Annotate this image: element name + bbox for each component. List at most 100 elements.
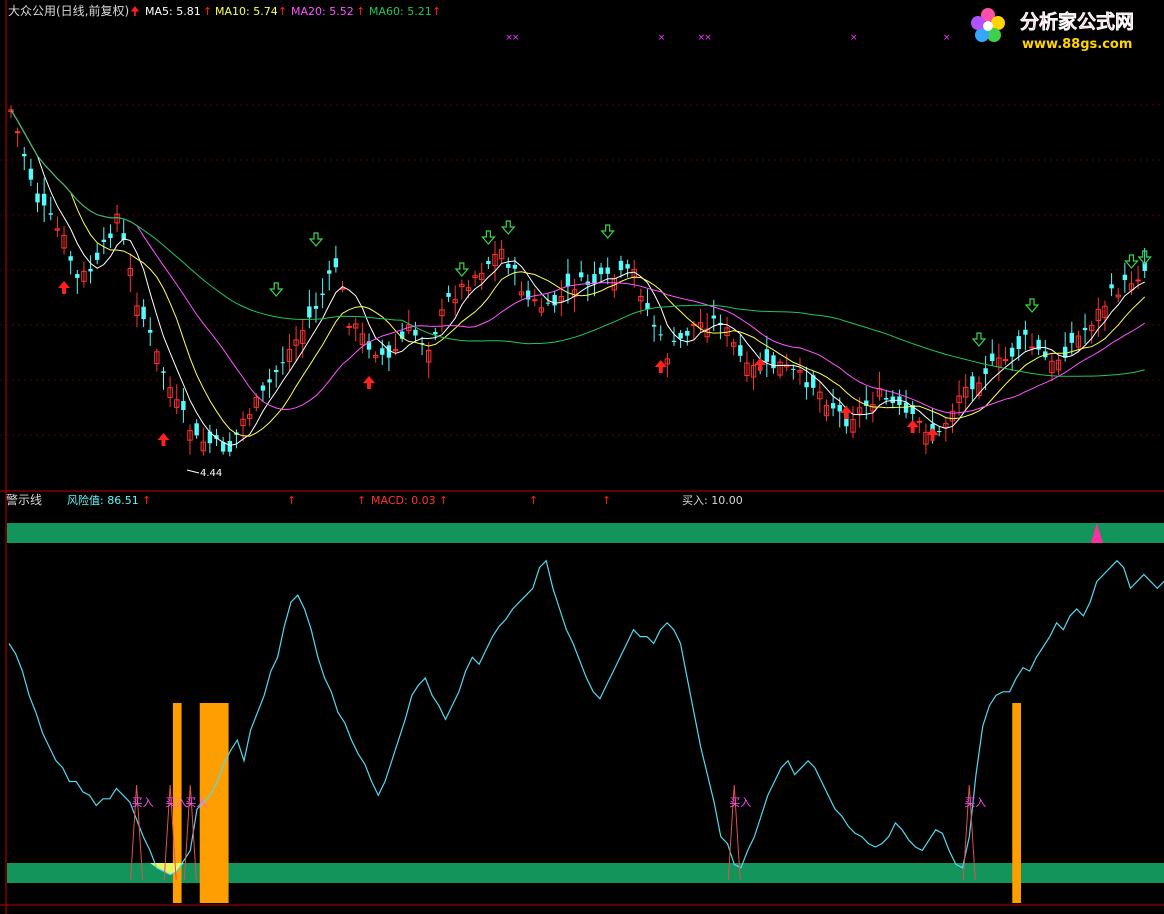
candle-body (658, 334, 663, 336)
top-warning-band (7, 523, 1164, 543)
candle-body (88, 268, 93, 272)
ma5-legend: MA5: 5.81 (145, 5, 201, 18)
candle-body (280, 362, 286, 364)
candle-body (75, 274, 80, 278)
candle-body (883, 398, 889, 400)
candle-body (194, 423, 199, 436)
buy-signal-label: 买入 (132, 796, 154, 809)
low-price-label: 4.44 (200, 468, 222, 479)
watermark-url: www.88gs.com (1022, 37, 1132, 52)
candle-body (625, 264, 630, 269)
header-arrow-icon: ↑ (356, 5, 365, 18)
candle-body (605, 267, 610, 274)
header-arrow-icon: ↑ (432, 5, 441, 18)
candle-body (413, 329, 418, 336)
candle-body (141, 306, 146, 320)
header-arrow-icon: ↑ (357, 494, 366, 507)
candle-body (970, 376, 975, 390)
candle-body (267, 379, 272, 383)
candle-body (313, 305, 319, 309)
buy-value: 买入: 10.00 (682, 494, 743, 507)
stock-chart: 大众公用(日线,前复权) 🠉 MA5: 5.81 MA10: 5.74 MA20… (0, 0, 1164, 914)
candle-body (41, 193, 47, 206)
candle-body (22, 153, 27, 157)
candle-body (578, 272, 584, 278)
candle-body (771, 355, 776, 369)
candle-body (94, 252, 100, 260)
candle-body (327, 270, 332, 274)
candle-body (380, 348, 385, 355)
candle-body (307, 306, 312, 318)
header-arrow-icon: ↑ (529, 494, 538, 507)
candle-body (937, 431, 942, 433)
candle-body (161, 371, 166, 373)
buy-signal-label: 买入 (185, 796, 207, 809)
candle-body (804, 382, 809, 388)
candle-body (1062, 346, 1068, 358)
candle-body (1069, 332, 1074, 343)
candle-body (837, 404, 842, 412)
watermark-title: 分析家公式网 (1020, 10, 1134, 33)
ma10-legend: MA10: 5.74 (215, 5, 278, 18)
candle-body (1135, 279, 1141, 282)
candle-body (983, 368, 988, 375)
candle-body (1082, 327, 1088, 331)
candle-body (678, 332, 683, 339)
header-arrow-icon: ↑ (278, 5, 287, 18)
candle-body (433, 331, 438, 335)
signal-cross-icon: × (704, 33, 712, 43)
candle-body (28, 168, 34, 180)
candle-body (181, 401, 186, 411)
candle-body (320, 293, 325, 296)
buy-bar (219, 703, 229, 903)
candle-body (890, 396, 895, 404)
candle-body (565, 273, 571, 287)
header-arrow-icon: ↑ (287, 494, 296, 507)
candle-body (791, 368, 796, 370)
candle-body (764, 349, 770, 362)
header-arrow-icon: ↑ (439, 494, 448, 507)
candle-body (346, 325, 352, 328)
buy-signal-label: 买入 (165, 796, 187, 809)
signal-cross-icon: × (658, 33, 666, 43)
indicator-title: 警示线 (6, 492, 42, 507)
candle-body (990, 353, 995, 362)
candle-body (830, 403, 836, 409)
candle-body (260, 385, 266, 391)
candle-body (552, 295, 557, 306)
candle-body (148, 329, 153, 333)
candle-body (35, 193, 40, 203)
candle-body (1109, 284, 1114, 289)
signal-cross-icon: × (850, 33, 858, 43)
candle-body (333, 258, 339, 268)
candle-body (486, 261, 491, 265)
candle-body (512, 264, 518, 269)
price-header: 大众公用(日线,前复权) 🠉 MA5: 5.81 MA10: 5.74 MA20… (8, 3, 441, 18)
up-arrow-icon: 🠉 (130, 4, 140, 18)
candle-body (651, 324, 657, 327)
macd-value: MACD: 0.03 (371, 494, 436, 507)
risk-value: 风险值: 86.51 (67, 493, 139, 507)
candle-body (1029, 346, 1035, 349)
candle-body (14, 131, 21, 134)
candle-body (916, 420, 923, 423)
candle-body (108, 233, 113, 239)
candle-body (1023, 329, 1028, 335)
signal-cross-icon: × (512, 33, 520, 43)
candle-body (48, 213, 53, 215)
header-arrow-icon: ↑ (203, 5, 212, 18)
buy-signal-label: 买入 (964, 796, 986, 809)
candle-body (671, 340, 677, 342)
candle-body (227, 440, 232, 452)
candle-body (592, 274, 597, 284)
buy-bar (1012, 703, 1021, 903)
candle-body (274, 370, 279, 373)
candle-body (506, 263, 511, 268)
ma20-legend: MA20: 5.52 (291, 5, 354, 18)
candle-body (1016, 336, 1021, 350)
candle-body (618, 260, 624, 271)
candle-body (101, 239, 107, 243)
candle-body (1122, 274, 1128, 280)
candle-body (1002, 359, 1009, 362)
candle-body (685, 330, 690, 336)
